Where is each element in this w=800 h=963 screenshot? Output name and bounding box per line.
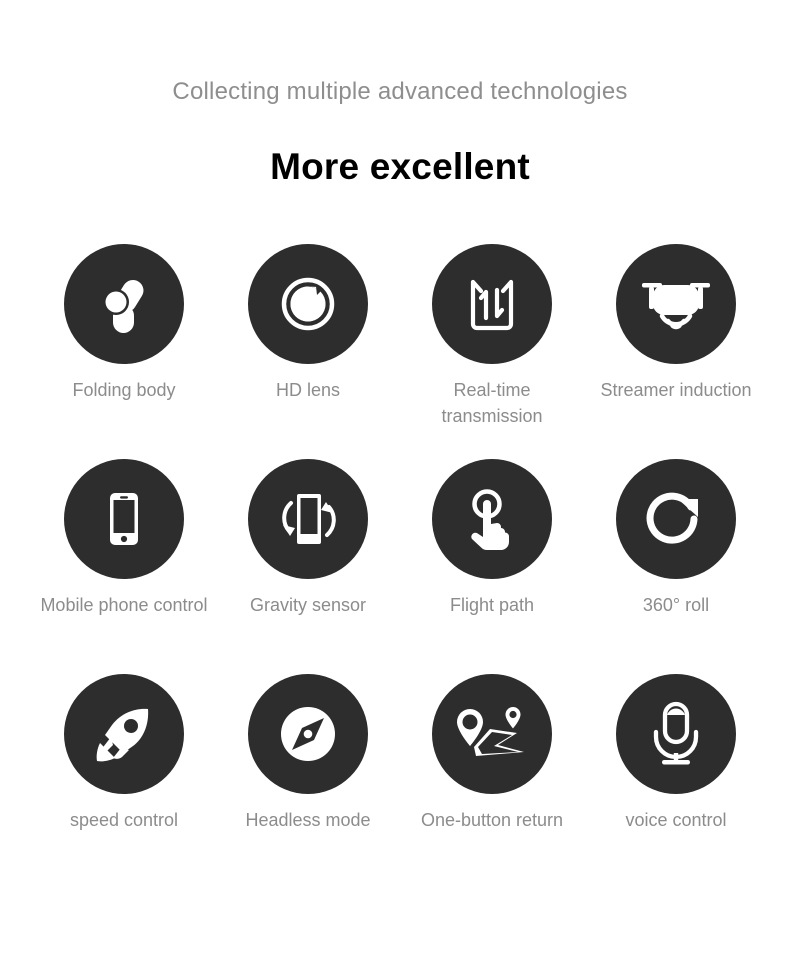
feature-icon-badge xyxy=(248,674,368,795)
feature-item-one-button-return: One-button return xyxy=(400,674,584,864)
feature-item-real-time-transmission: Real-time transmission xyxy=(400,244,584,434)
feature-item-flight-path: Flight path xyxy=(400,459,584,649)
feature-label: Streamer induction xyxy=(600,380,752,401)
compass-icon xyxy=(281,707,335,762)
feature-item-streamer-induction: Streamer induction xyxy=(584,244,768,434)
page-subtitle: Collecting multiple advanced technologie… xyxy=(172,78,628,105)
mobile-phone-icon xyxy=(110,493,138,546)
feature-icon-badge xyxy=(432,674,552,795)
feature-item-voice-control: voice control xyxy=(584,674,768,864)
flight-path-hand-icon xyxy=(471,489,509,551)
feature-icon-badge xyxy=(248,244,368,365)
feature-label: HD lens xyxy=(275,380,341,401)
feature-item-folding-body: Folding body xyxy=(32,244,216,434)
feature-item-mobile-phone-control: Mobile phone control xyxy=(32,459,216,649)
map-route-pins-icon xyxy=(457,707,524,757)
feature-label: Real-time transmission xyxy=(441,380,543,427)
feature-label: 360° roll xyxy=(642,595,710,616)
feature-icon-badge xyxy=(64,244,184,365)
feature-icon-badge xyxy=(432,459,552,580)
rotate-360-icon xyxy=(646,492,698,544)
feature-label: Flight path xyxy=(449,595,535,616)
feature-item-360-roll: 360° roll xyxy=(584,459,768,649)
feature-label: Gravity sensor xyxy=(249,595,367,616)
feature-icon-badge xyxy=(248,459,368,580)
page-header: Collecting multiple advanced technologie… xyxy=(0,0,800,189)
feature-label: Headless mode xyxy=(245,810,371,831)
feature-label: voice control xyxy=(625,810,727,831)
feature-icon-badge xyxy=(64,674,184,795)
feature-icon-badge xyxy=(432,244,552,365)
feature-icon-badge xyxy=(616,244,736,365)
real-time-transmission-icon xyxy=(470,280,514,331)
feature-highlight-page: Collecting multiple advanced technologie… xyxy=(0,0,800,963)
hd-lens-icon xyxy=(281,277,335,331)
feature-grid: Folding body HD lens Real-time transmiss… xyxy=(0,244,800,864)
streamer-induction-icon xyxy=(642,283,710,330)
microphone-icon xyxy=(653,702,699,765)
feature-label: One-button return xyxy=(420,810,564,831)
feature-icon-badge xyxy=(616,459,736,580)
gravity-sensor-icon xyxy=(282,494,336,545)
feature-item-hd-lens: HD lens xyxy=(216,244,400,434)
feature-label: Folding body xyxy=(72,380,176,401)
feature-label: speed control xyxy=(69,810,179,831)
rocket-icon xyxy=(96,709,149,762)
feature-item-speed-control: speed control xyxy=(32,674,216,864)
feature-item-gravity-sensor: Gravity sensor xyxy=(216,459,400,649)
page-title: More excellent xyxy=(270,145,530,187)
folding-body-icon xyxy=(103,280,144,334)
feature-icon-badge xyxy=(64,459,184,580)
feature-label: Mobile phone control xyxy=(40,595,208,616)
feature-item-headless-mode: Headless mode xyxy=(216,674,400,864)
feature-icon-badge xyxy=(616,674,736,795)
